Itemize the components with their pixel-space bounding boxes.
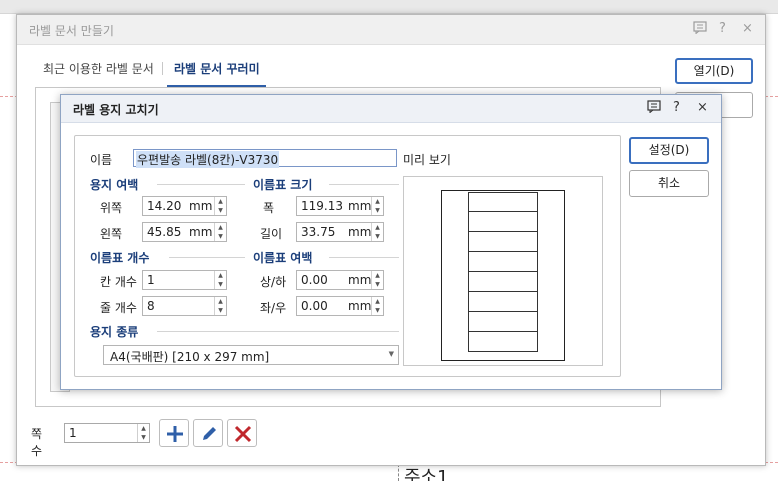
preview-label-cell xyxy=(468,252,538,272)
open-button[interactable]: 열기(D) xyxy=(675,58,753,84)
note-icon[interactable] xyxy=(647,100,661,117)
copies-stepper[interactable]: 1 ▲ ▼ xyxy=(64,423,150,443)
tab-document-package[interactable]: 라벨 문서 꾸러미 xyxy=(174,60,260,77)
stepper-arrows-icon: ▲ ▼ xyxy=(371,197,383,215)
apply-button[interactable]: 설정(D) xyxy=(629,137,709,164)
copies-value: 1 xyxy=(69,426,77,440)
stepper-arrows-icon[interactable]: ▲ ▼ xyxy=(137,424,149,442)
preview-label-cell xyxy=(468,312,538,332)
preview-label-cell xyxy=(468,292,538,312)
preview-label-cell xyxy=(468,232,538,252)
pencil-icon xyxy=(203,427,216,440)
top-margin-field[interactable]: 14.20 mm ▲ ▼ xyxy=(142,196,227,216)
label-width-label: 폭 xyxy=(263,201,275,215)
stepper-arrows-icon: ▲ ▼ xyxy=(214,271,226,289)
editor-help-button[interactable]: ? xyxy=(673,100,680,115)
tab-separator xyxy=(162,62,163,75)
stepper-arrows-icon: ▲ ▼ xyxy=(371,271,383,289)
preview-label-cell xyxy=(468,192,538,212)
help-button[interactable]: ? xyxy=(719,21,726,36)
columns-field[interactable]: 1 ▲ ▼ xyxy=(142,270,227,290)
divider xyxy=(157,331,399,332)
plus-icon xyxy=(167,426,183,442)
cancel-button[interactable]: 취소 xyxy=(629,170,709,197)
preview-sheet xyxy=(441,190,565,361)
vertical-gap-field[interactable]: 0.00 mm ▲ ▼ xyxy=(296,270,384,290)
stepper-arrows-icon: ▲ ▼ xyxy=(371,297,383,315)
editor-titlebar: 라벨 용지 고치기 ? × xyxy=(61,95,721,123)
stepper-arrows-icon: ▲ ▼ xyxy=(214,197,226,215)
name-input[interactable]: 우편발송 라벨(8칸)-V3730 xyxy=(133,149,397,168)
horizontal-gap-label: 좌/우 xyxy=(260,301,287,315)
label-paper-editor-dialog: 라벨 용지 고치기 ? × 이름 우편발송 라벨(8칸)-V3730 용지 여백… xyxy=(60,94,722,390)
dialog-title: 라벨 문서 만들기 xyxy=(29,24,114,38)
copies-label: 쪽 수 xyxy=(31,427,43,458)
document-toolbar-strip xyxy=(0,0,778,14)
label-height-field[interactable]: 33.75 mm ▲ ▼ xyxy=(296,222,384,242)
margins-header: 용지 여백 xyxy=(90,178,139,192)
preview-label: 미리 보기 xyxy=(403,153,451,167)
label-gap-header: 이름표 여백 xyxy=(253,251,313,265)
rows-field[interactable]: 8 ▲ ▼ xyxy=(142,296,227,316)
label-width-field[interactable]: 119.13 mm ▲ ▼ xyxy=(296,196,384,216)
preview-label-cell xyxy=(468,332,538,352)
editor-title: 라벨 용지 고치기 xyxy=(73,103,159,117)
edit-button[interactable] xyxy=(193,419,223,447)
editor-close-button[interactable]: × xyxy=(697,100,708,115)
add-button[interactable] xyxy=(159,419,189,447)
preview-label-cell xyxy=(468,212,538,232)
label-settings-group: 이름 우편발송 라벨(8칸)-V3730 용지 여백 위쪽 14.20 mm ▲… xyxy=(74,135,621,377)
note-icon[interactable] xyxy=(693,21,707,38)
divider xyxy=(157,184,245,185)
vertical-gap-label: 상/하 xyxy=(260,275,287,289)
label-height-label: 길이 xyxy=(260,227,283,241)
paper-type-header: 용지 종류 xyxy=(90,325,139,339)
rows-label: 줄 개수 xyxy=(100,301,137,315)
top-margin-label: 위쪽 xyxy=(100,201,123,215)
name-value: 우편발송 라벨(8칸)-V3730 xyxy=(136,151,280,168)
stepper-arrows-icon: ▲ ▼ xyxy=(371,223,383,241)
close-button[interactable]: × xyxy=(742,21,753,36)
dialog-titlebar: 라벨 문서 만들기 ? × xyxy=(17,15,765,45)
paper-type-value: A4(국배판) [210 x 297 mm] xyxy=(110,350,270,364)
label-size-header: 이름표 크기 xyxy=(253,178,313,192)
name-label: 이름 xyxy=(90,153,113,167)
divider xyxy=(329,257,399,258)
delete-x-icon xyxy=(234,425,252,443)
divider xyxy=(169,257,245,258)
paper-type-select[interactable]: A4(국배판) [210 x 297 mm] ▼ xyxy=(103,345,399,365)
stepper-arrows-icon: ▲ ▼ xyxy=(214,223,226,241)
delete-button[interactable] xyxy=(227,419,257,447)
preview-label-cell xyxy=(468,272,538,292)
columns-label: 칸 개수 xyxy=(100,275,137,289)
chevron-down-icon: ▼ xyxy=(388,350,394,358)
text-cursor xyxy=(398,464,399,481)
divider xyxy=(329,184,399,185)
stepper-arrows-icon: ▲ ▼ xyxy=(214,297,226,315)
preview-area xyxy=(403,176,603,366)
left-margin-field[interactable]: 45.85 mm ▲ ▼ xyxy=(142,222,227,242)
tab-recent-documents[interactable]: 최근 이용한 라벨 문서 xyxy=(43,60,154,77)
left-margin-label: 왼쪽 xyxy=(100,227,123,241)
label-count-header: 이름표 개수 xyxy=(90,251,150,265)
horizontal-gap-field[interactable]: 0.00 mm ▲ ▼ xyxy=(296,296,384,316)
